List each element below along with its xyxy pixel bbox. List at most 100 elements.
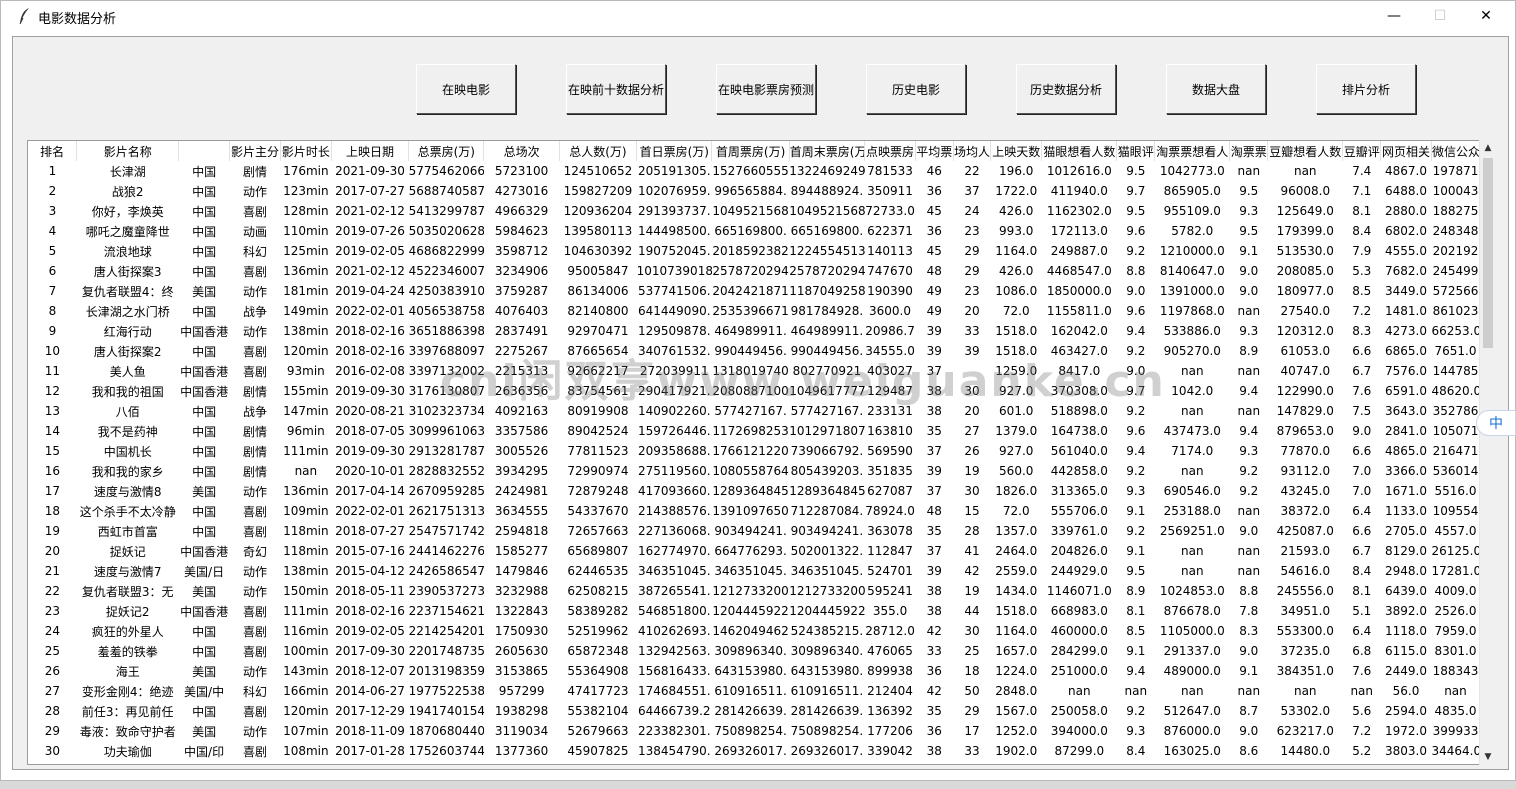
table-row[interactable]: 28 前任3：再见前任 中国 喜剧 120min 2017-12-29 1941740154… <box>28 701 1480 721</box>
table-cell: 72990974 <box>567 464 629 478</box>
column-header[interactable]: 豆瓣评 <box>1342 141 1382 161</box>
table-cell: 40747.0 <box>1280 364 1331 378</box>
table-cell: 9.6 <box>1126 424 1146 438</box>
table-row[interactable]: 5 流浪地球 中国 科幻 125min 2019-02-05 4686822999 35987… <box>28 241 1480 261</box>
table-cell: 41 <box>964 544 980 558</box>
table-cell: 42 <box>926 684 942 698</box>
column-header[interactable]: 淘票票想看人 <box>1154 141 1231 161</box>
table-cell: 37 <box>926 484 942 498</box>
vertical-scrollbar[interactable]: ▲ ▼ <box>1479 140 1495 765</box>
table-cell: 2019-04-24 <box>335 284 405 298</box>
table-cell: 2013198359 <box>408 664 484 678</box>
schedule-analysis-button[interactable]: 排片分析 <box>1316 64 1416 114</box>
table-row[interactable]: 30 功夫瑜伽 中国/印 喜剧 108min 2017-01-28 1752603744 13… <box>28 741 1480 761</box>
scroll-down-arrow-icon[interactable]: ▼ <box>1480 749 1496 765</box>
table-row[interactable]: 8 长津湖之水门桥 中国 战争 149min 2022-02-01 4056538758 40… <box>28 301 1480 321</box>
table-cell: 9.5 <box>1239 184 1259 198</box>
column-header[interactable]: 总票房(万) <box>408 141 485 161</box>
box-office-forecast-button[interactable]: 在映电影票房预测 <box>716 64 816 114</box>
table-row[interactable]: 1 长津湖 中国 剧情 176min 2021-09-30 5775462066 572310… <box>28 161 1480 181</box>
data-dashboard-button[interactable]: 数据大盘 <box>1166 64 1266 114</box>
table-cell: 894488924. <box>790 184 864 198</box>
table-row[interactable]: 4 哪吒之魔童降世 中国 动画 110min 2019-07-26 5035020628 59… <box>28 221 1480 241</box>
now-showing-button[interactable]: 在映电影 <box>416 64 516 114</box>
history-analysis-button[interactable]: 历史数据分析 <box>1016 64 1116 114</box>
table-cell: 中国 <box>192 704 217 719</box>
table-row[interactable]: 9 红海行动 中国香港 动作 138min 2018-02-16 3651886398 283… <box>28 321 1480 341</box>
column-header[interactable]: 排名 <box>28 141 78 161</box>
table-row[interactable]: 23 捉妖记2 中国香港 喜剧 111min 2018-02-16 2237154621 13… <box>28 601 1480 621</box>
table-cell: 6.6 <box>1352 524 1372 538</box>
column-header[interactable]: 影片时长 <box>280 141 332 161</box>
table-cell: 61053.0 <box>1280 344 1331 358</box>
table-row[interactable]: 19 西虹市首富 中国 喜剧 118min 2018-07-27 2547571742 259… <box>28 521 1480 541</box>
column-header[interactable]: 豆瓣想看人数 <box>1267 141 1344 161</box>
table-row[interactable]: 20 捉妖记 中国香港 奇幻 118min 2015-07-16 2441462276 158… <box>28 541 1480 561</box>
table-cell: 2017-07-27 <box>335 184 405 198</box>
title-bar[interactable]: 电影数据分析 — ☐ ✕ <box>1 1 1515 31</box>
scrollbar-thumb[interactable] <box>1483 158 1493 348</box>
scroll-up-arrow-icon[interactable]: ▲ <box>1480 140 1496 156</box>
table-row[interactable]: 27 变形金刚4：绝迹 美国/中 科幻 166min 2014-06-27 19775225… <box>28 681 1480 701</box>
table-row[interactable]: 26 海王 美国 动作 143min 2018-12-07 2013198359 315386… <box>28 661 1480 681</box>
table-cell: 15 <box>964 504 980 518</box>
table-cell: 35 <box>926 704 942 718</box>
column-header[interactable]: 微信公众 <box>1431 141 1481 161</box>
column-header[interactable]: 影片主分 <box>229 141 281 161</box>
table-cell: 剧情 <box>242 444 267 459</box>
column-header[interactable]: 总场次 <box>483 141 560 161</box>
table-cell: 5984623 <box>494 224 549 238</box>
table-cell: 664776293. <box>714 544 787 558</box>
movie-table[interactable]: 排名 影片名称 影片主分 影片时长 上映日期 总票房(万) 总场次 总人数(万) 首日票房(万)… <box>27 140 1492 765</box>
table-cell: 489000.0 <box>1163 664 1221 678</box>
table-row[interactable]: 29 毒液：致命守护者 美国 动作 107min 2018-11-09 1870680440… <box>28 721 1480 741</box>
table-row[interactable]: 24 疯狂的外星人 中国 喜剧 116min 2019-02-05 2214254201 17… <box>28 621 1480 641</box>
table-cell: 喜剧 <box>242 264 267 279</box>
column-header[interactable] <box>178 141 231 161</box>
table-row[interactable]: 25 羞羞的铁拳 中国 喜剧 100min 2017-09-30 2201748735 260… <box>28 641 1480 661</box>
table-cell: 6802.0 <box>1385 224 1428 238</box>
column-header[interactable]: 平均票 <box>915 141 954 161</box>
column-header[interactable]: 网页相关 <box>1380 141 1432 161</box>
table-row[interactable]: 17 速度与激情8 美国 动作 136min 2017-04-14 2670959285 24… <box>28 481 1480 501</box>
table-row[interactable]: 2 战狼2 中国 动作 123min 2017-07-27 5688740587 427301… <box>28 181 1480 201</box>
table-cell: 科幻 <box>242 684 267 699</box>
column-header[interactable]: 猫眼想看人数 <box>1041 141 1118 161</box>
table-cell: 42 <box>964 564 980 578</box>
column-header[interactable]: 淘票票 <box>1229 141 1269 161</box>
table-cell: nan <box>1237 364 1261 378</box>
column-header[interactable]: 首周末票房(万 <box>789 141 866 161</box>
table-cell: 15 <box>44 444 61 458</box>
table-cell: 6.6 <box>1352 444 1372 458</box>
table-row[interactable]: 22 复仇者联盟3：无 美国 动作 150min 2018-05-11 2390537273… <box>28 581 1480 601</box>
table-cell: 512647.0 <box>1163 704 1221 718</box>
table-cell: 30 <box>964 624 980 638</box>
column-header[interactable]: 上映天数 <box>990 141 1043 161</box>
ime-indicator[interactable]: 中 <box>1476 410 1516 436</box>
table-row[interactable]: 6 唐人街探案3 中国 喜剧 136min 2021-02-12 4522346007 323… <box>28 261 1480 281</box>
column-header[interactable]: 猫眼评 <box>1116 141 1156 161</box>
minimize-button[interactable]: — <box>1371 1 1417 31</box>
column-header[interactable]: 首日票房(万) <box>636 141 713 161</box>
table-cell: 1850000.0 <box>1046 284 1112 298</box>
table-row[interactable]: 3 你好，李焕英 中国 喜剧 128min 2021-02-12 5413299787 496… <box>28 201 1480 221</box>
column-header[interactable]: 总人数(万) <box>559 141 638 161</box>
top-ten-analysis-button[interactable]: 在映前十数据分析 <box>566 64 666 114</box>
column-header[interactable]: 首周票房(万) <box>711 141 790 161</box>
table-row[interactable]: 21 速度与激情7 美国/日 动作 138min 2015-04-12 2426586547… <box>28 561 1480 581</box>
table-row[interactable]: 16 我和我的家乡 中国 剧情 nan 2020-10-01 2828832552 39342… <box>28 461 1480 481</box>
table-row[interactable]: 14 我不是药神 中国 剧情 96min 2018-07-05 3099961063 3357… <box>28 421 1480 441</box>
column-header[interactable]: 点映票房 <box>864 141 916 161</box>
table-row[interactable]: 7 复仇者联盟4：终 美国 动作 181min 2019-04-24 4250383910 3… <box>28 281 1480 301</box>
table-row[interactable]: 18 这个杀手不太冷静 中国 喜剧 109min 2022-02-01 2621751313… <box>28 501 1480 521</box>
table-cell: 92970471 <box>567 324 629 338</box>
column-header[interactable]: 影片名称 <box>76 141 180 161</box>
close-button[interactable]: ✕ <box>1463 1 1509 31</box>
column-header[interactable]: 场均人 <box>953 141 992 161</box>
table-cell: 唐人街探案2 <box>93 344 162 359</box>
table-row[interactable]: 15 中国机长 中国 剧情 111min 2019-09-30 2913281787 3005… <box>28 441 1480 461</box>
table-cell: 2017-12-29 <box>335 704 405 718</box>
maximize-button[interactable]: ☐ <box>1417 1 1463 31</box>
column-header[interactable]: 上映日期 <box>331 141 410 161</box>
history-movies-button[interactable]: 历史电影 <box>866 64 966 114</box>
